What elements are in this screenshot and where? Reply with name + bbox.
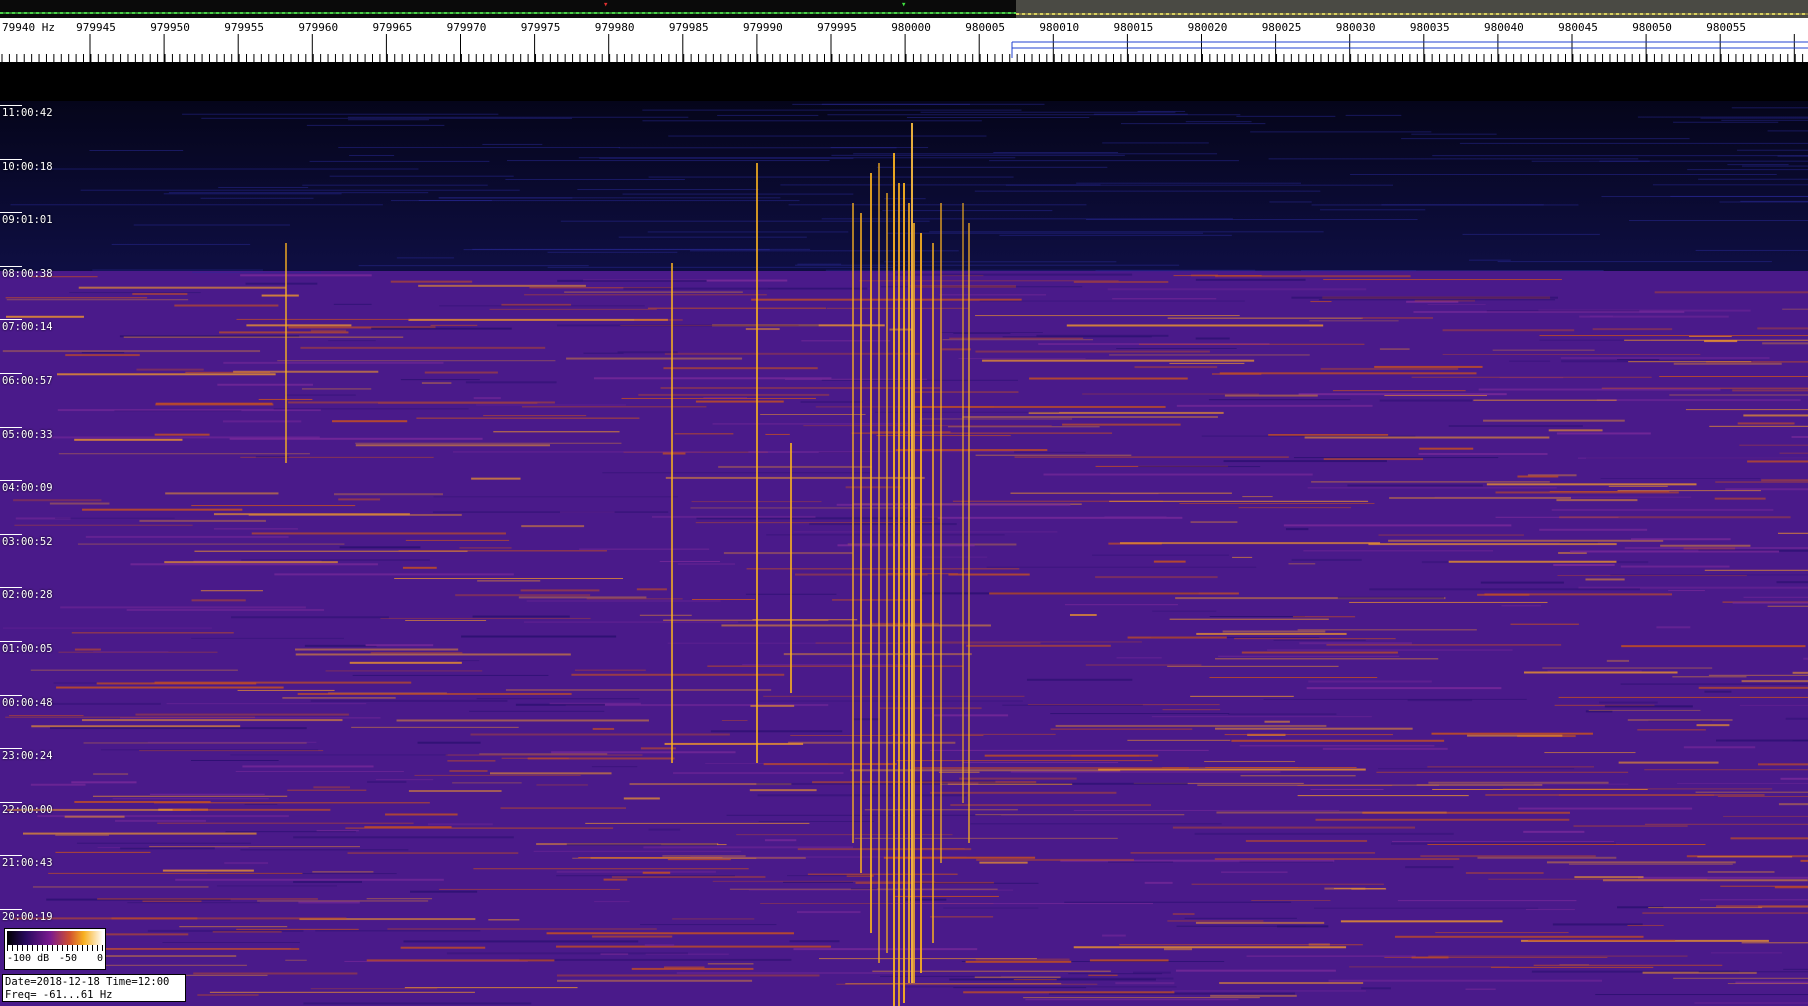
spectrum-overview-selected — [1016, 0, 1808, 18]
info-freq-range: Freq= -61...61 Hz — [5, 989, 113, 1001]
time-label: 00:00:48 — [2, 696, 53, 709]
freq-label: 979960 — [298, 21, 339, 34]
color-legend: -100 dB -50 0 — [4, 928, 106, 970]
waterfall-image — [0, 63, 1808, 1006]
time-tick — [0, 426, 22, 428]
spectrum-trace-right — [1016, 13, 1808, 15]
time-tick — [0, 641, 22, 642]
freq-label: 979975 — [520, 21, 561, 34]
time-label: 03:00:52 — [2, 535, 53, 548]
freq-label: 980020 — [1187, 21, 1228, 34]
freq-label: 980030 — [1335, 21, 1376, 34]
time-label: 22:00:00 — [2, 803, 53, 816]
freq-label: 980005 — [965, 21, 1006, 34]
legend-gradient — [7, 931, 103, 945]
info-box: Date=2018-12-18 Time=12:00 Freq= -61...6… — [2, 974, 186, 1002]
spectrum-trace-left — [0, 12, 1016, 14]
legend-ticks — [7, 945, 103, 951]
freq-label: 980015 — [1113, 21, 1154, 34]
legend-min-label: -100 dB — [7, 953, 50, 964]
freq-label: 979990 — [743, 21, 783, 34]
time-label: 08:00:38 — [2, 267, 53, 280]
time-label: 06:00:57 — [2, 375, 53, 387]
time-tick — [0, 801, 22, 803]
legend-max-label: 0 — [97, 953, 104, 964]
spectrum-overview[interactable]: ▾ ▾ — [0, 0, 1808, 18]
freq-label: 980040 — [1484, 21, 1524, 34]
frequency-scale[interactable]: 79940 Hz 979945 979950 979955 979960 979965 97… — [0, 18, 1808, 63]
freq-label: 979980 — [594, 21, 635, 34]
time-label: 04:00:09 — [2, 482, 53, 495]
freq-label: 979995 — [817, 21, 857, 34]
time-label: 23:00:24 — [2, 750, 53, 763]
time-tick — [0, 105, 22, 106]
time-label: 21:00:43 — [2, 857, 53, 870]
time-tick — [0, 909, 22, 910]
info-date-time: Date=2018-12-18 Time=12:00 — [5, 976, 170, 988]
freq-label: 980050 — [1632, 21, 1672, 34]
time-label: 05:00:33 — [2, 428, 53, 441]
waterfall-display[interactable]: 11:00:42 10:00:18 09:01:01 08:00:38 07:00:14… — [0, 63, 1808, 1006]
freq-label: 979985 — [668, 21, 709, 34]
time-label: 20:00:19 — [2, 911, 53, 923]
freq-label: 980010 — [1039, 21, 1080, 34]
freq-label: 980055 — [1706, 21, 1747, 34]
time-label: 07:00:14 — [2, 321, 53, 334]
marker-red-icon: ▾ — [603, 0, 609, 10]
time-tick — [0, 373, 22, 374]
freq-label: 980025 — [1261, 21, 1302, 34]
freq-label: 979965 — [372, 21, 413, 34]
freq-label: 980000 — [891, 21, 931, 34]
time-label: 09:01:01 — [2, 214, 53, 227]
time-tick — [0, 694, 22, 696]
freq-label: 79940 Hz — [2, 21, 55, 34]
time-tick — [0, 158, 22, 160]
time-label: 02:00:28 — [2, 589, 53, 602]
freq-label: 979970 — [446, 21, 487, 34]
marker-green-icon: ▾ — [901, 0, 907, 10]
freq-label: 980045 — [1558, 21, 1598, 34]
legend-mid-label: -50 — [59, 953, 78, 964]
freq-label: 979950 — [150, 21, 190, 34]
time-label: 10:00:18 — [2, 160, 53, 173]
freq-label: 979945 — [76, 21, 116, 34]
time-tick — [0, 533, 22, 535]
time-label: 11:00:42 — [2, 107, 53, 119]
time-label: 01:00:05 — [2, 643, 53, 655]
freq-label: 979955 — [224, 21, 265, 34]
freq-label: 980035 — [1409, 21, 1450, 34]
time-tick — [0, 265, 22, 267]
